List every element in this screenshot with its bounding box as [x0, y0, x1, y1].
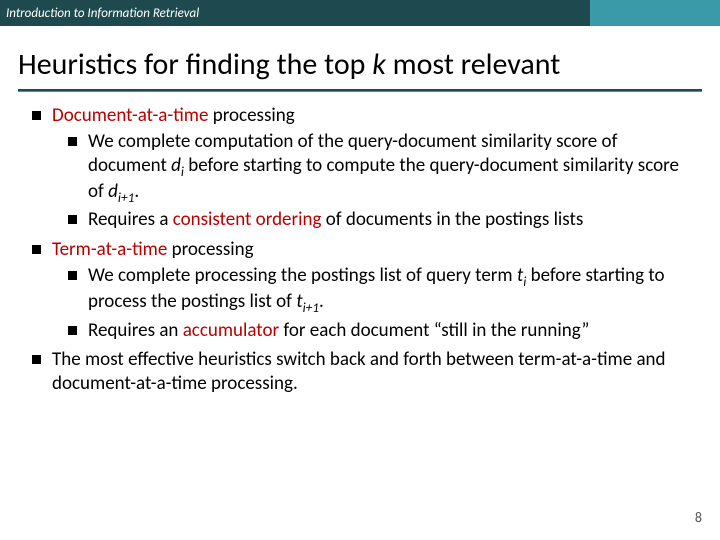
bullet-doc-sub1: We complete computation of the query-doc… [88, 130, 690, 207]
doc-at-time-em: Document-at-a-time [52, 104, 208, 127]
txt: Requires an [88, 319, 183, 342]
txt: We complete processing the postings list… [88, 264, 517, 287]
bullet-term-at-time: Term-at-a-time processing [52, 238, 690, 262]
title-post: most relevant [386, 46, 560, 83]
doc-at-time-rest: processing [208, 104, 294, 127]
course-label: Introduction to Information Retrieval [6, 6, 199, 21]
term-at-time-rest: processing [167, 238, 253, 261]
txt: for each document “still in the running” [279, 319, 589, 342]
var-d: d [108, 180, 118, 203]
page-number: 8 [695, 509, 702, 526]
title-pre: Heuristics for finding the top [18, 46, 372, 83]
txt: of documents in the postings lists [321, 208, 583, 231]
bullet-conclusion: The most effective heuristics switch bac… [52, 348, 690, 396]
bullet-doc-sub2: Requires a consistent ordering of docume… [88, 208, 690, 232]
slide-body: Document-at-a-time processing We complet… [0, 92, 720, 396]
consistent-ordering-em: consistent ordering [173, 208, 322, 231]
bullet-term-sub2: Requires an accumulator for each documen… [88, 319, 690, 343]
bullet-term-sub1: We complete processing the postings list… [88, 264, 690, 317]
term-at-time-em: Term-at-a-time [52, 238, 167, 261]
header-bar: Introduction to Information Retrieval [0, 0, 720, 26]
txt: . [134, 180, 139, 203]
slide-title: Heuristics for finding the top k most re… [18, 48, 702, 81]
accumulator-em: accumulator [183, 319, 279, 342]
txt: . [319, 290, 324, 313]
title-k: k [372, 46, 386, 83]
bullet-doc-at-time: Document-at-a-time processing [52, 104, 690, 128]
txt: Requires a [88, 208, 173, 231]
sub-i1: i+1 [118, 189, 134, 206]
title-area: Heuristics for finding the top k most re… [0, 26, 720, 85]
sub-i1: i+1 [303, 299, 319, 316]
var-d: d [171, 154, 181, 177]
